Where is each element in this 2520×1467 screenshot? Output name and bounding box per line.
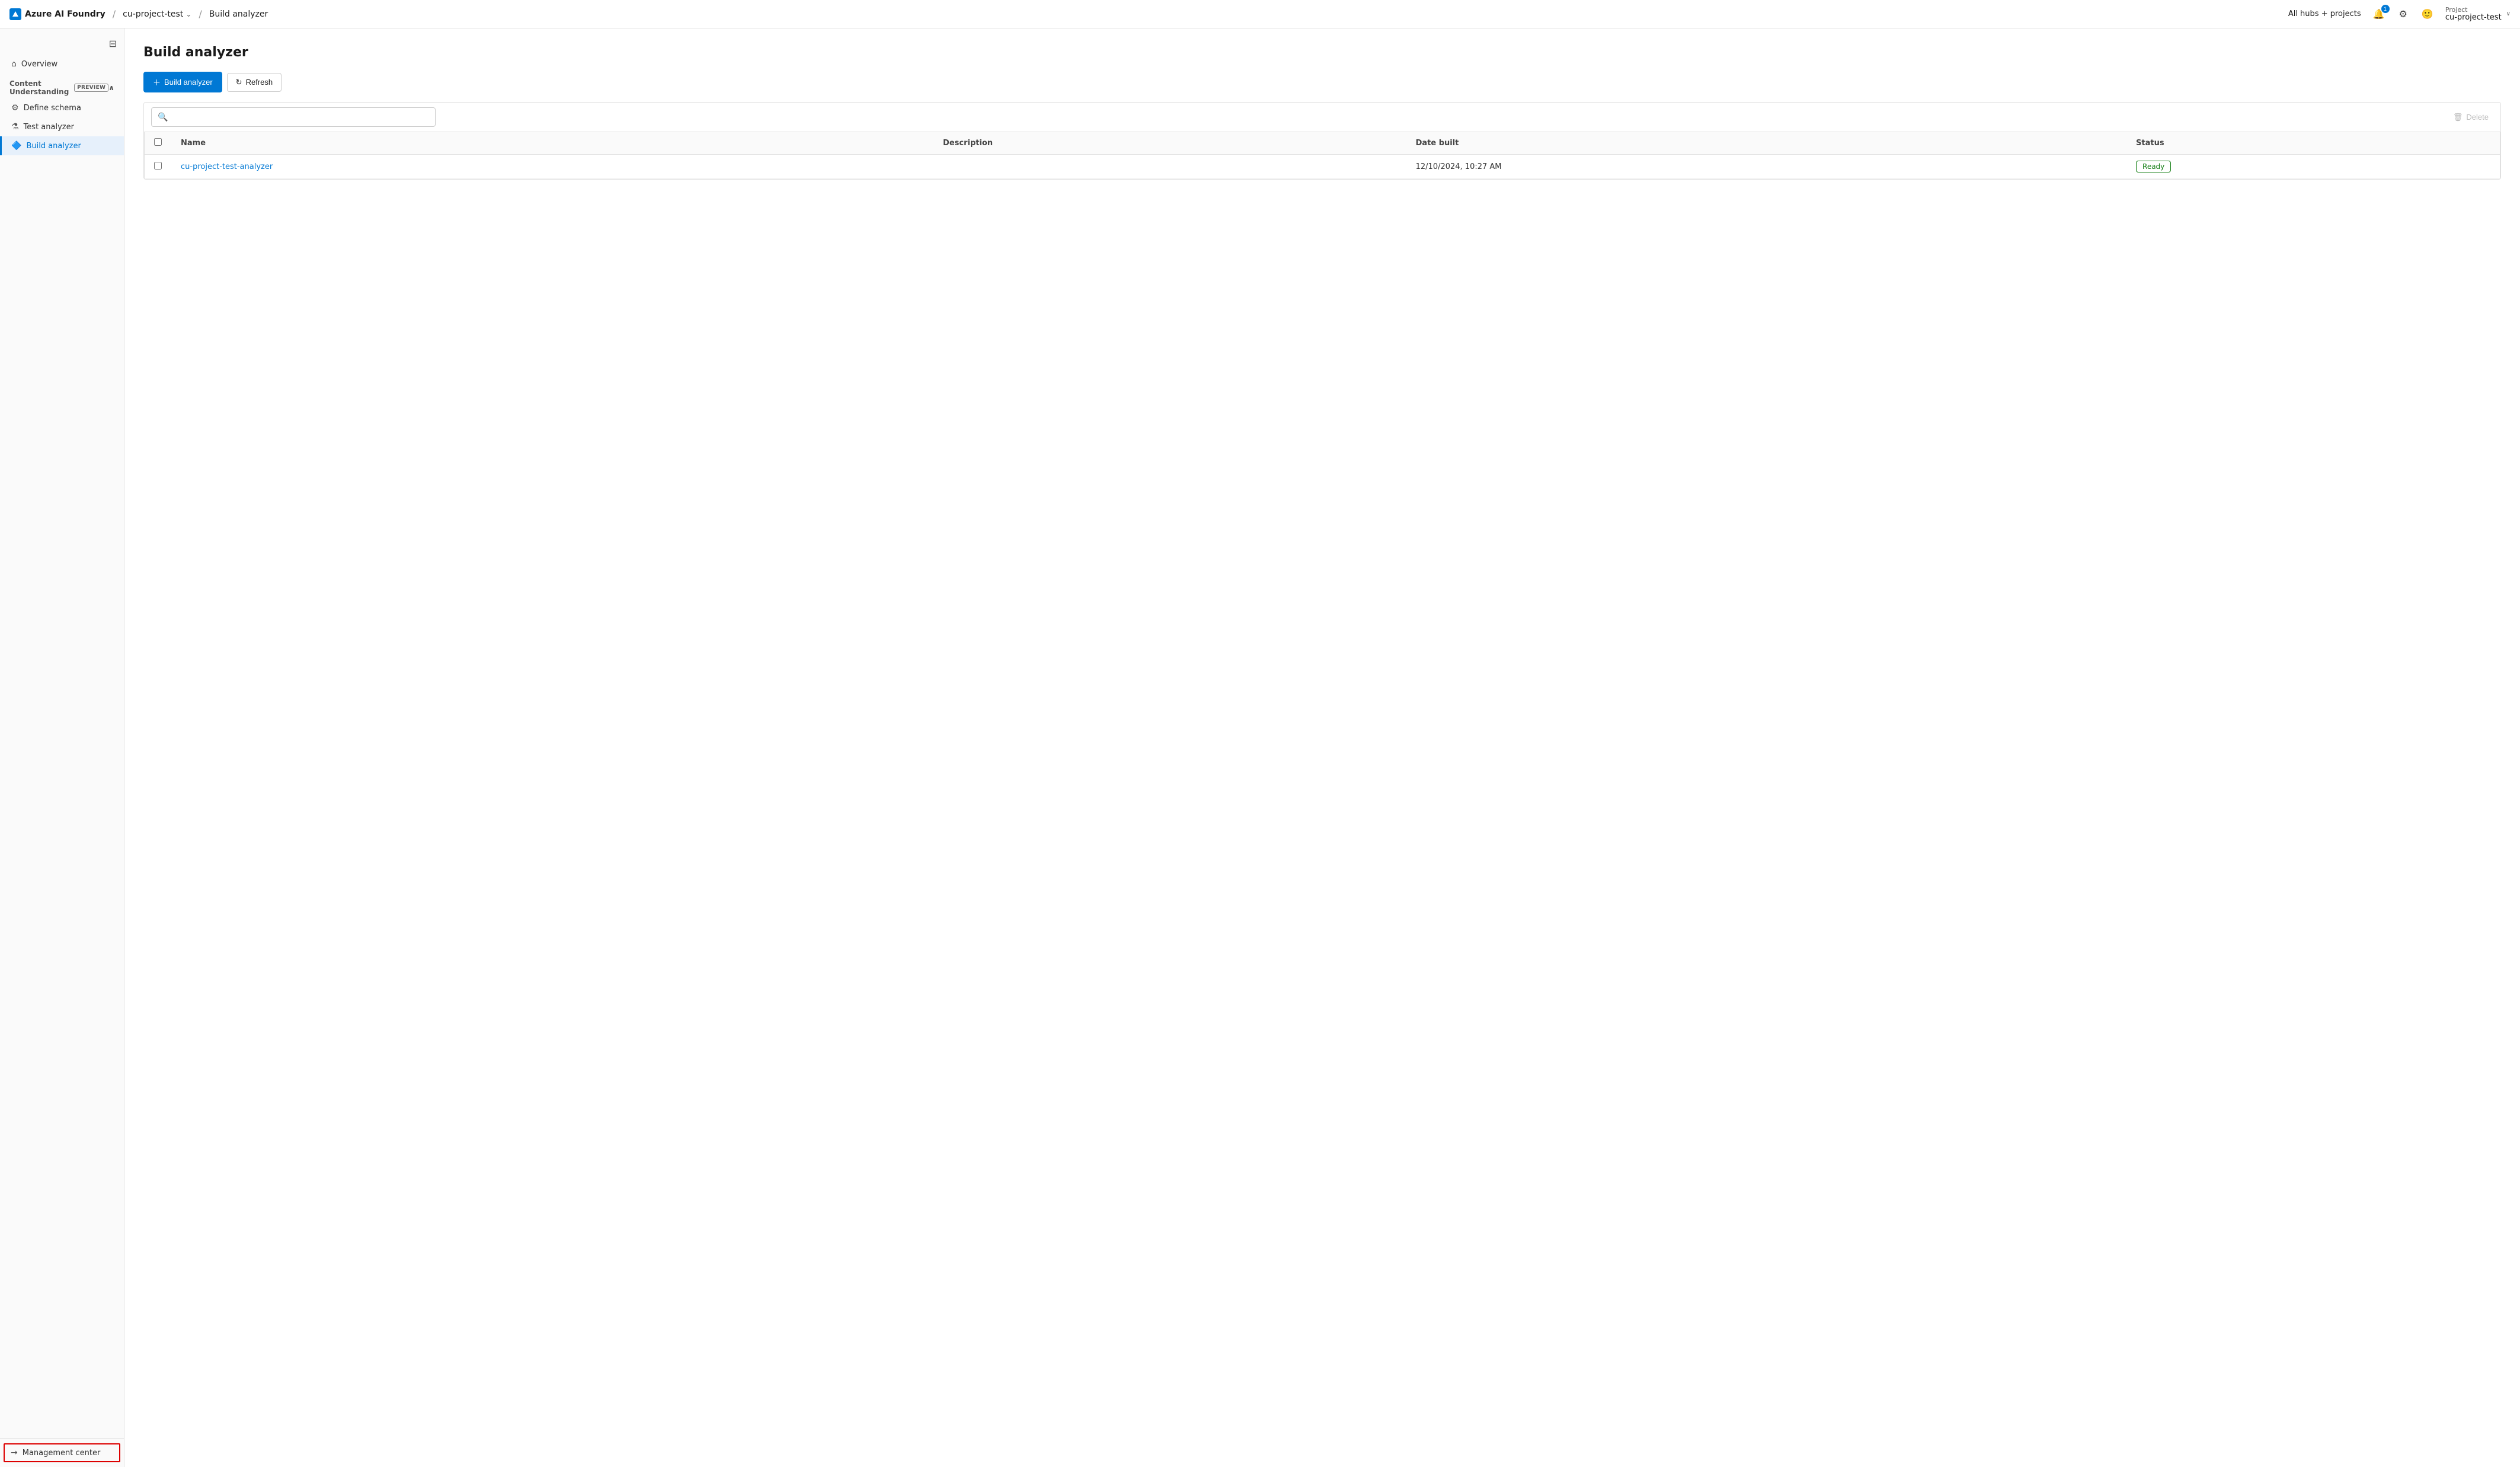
page-title: Build analyzer — [143, 45, 2501, 60]
breadcrumb-sep-2: / — [199, 8, 202, 20]
sidebar-item-build-analyzer[interactable]: 🔷 Build analyzer — [0, 136, 124, 155]
toolbar: ＋ Build analyzer ↻ Refresh — [143, 72, 2501, 92]
build-analyzer-button[interactable]: ＋ Build analyzer — [143, 72, 222, 92]
delete-button[interactable]: 🗑 Delete — [2448, 110, 2493, 124]
build-analyzer-icon: 🔷 — [11, 141, 21, 151]
sidebar-bottom: → Management center — [0, 1438, 124, 1467]
brand[interactable]: Azure AI Foundry — [9, 8, 105, 20]
refresh-icon: ↻ — [236, 78, 242, 87]
project-selector-label: Project — [2445, 7, 2502, 13]
table-body: cu-project-test-analyzer 12/10/2024, 10:… — [145, 155, 2500, 179]
nav-right: All hubs + projects 🔔 1 ⚙ 🙂 Project cu-p… — [2288, 6, 2511, 23]
analyzers-table: Name Description Date built Status — [144, 132, 2500, 179]
management-center-icon: → — [11, 1448, 18, 1458]
plus-icon: ＋ — [153, 76, 161, 88]
sidebar-toggle-area: ⊟ — [0, 33, 124, 55]
table-row: cu-project-test-analyzer 12/10/2024, 10:… — [145, 155, 2500, 179]
build-analyzer-button-label: Build analyzer — [164, 78, 213, 87]
main-content: Build analyzer ＋ Build analyzer ↻ Refres… — [124, 28, 2520, 1467]
sidebar-item-overview[interactable]: ⌂ Overview — [0, 55, 124, 73]
analyzer-name-link[interactable]: cu-project-test-analyzer — [181, 162, 273, 171]
settings-button[interactable]: ⚙ — [2397, 6, 2410, 23]
overview-icon: ⌂ — [11, 59, 17, 69]
profile-button[interactable]: 🙂 — [2419, 6, 2436, 23]
row-name-cell: cu-project-test-analyzer — [171, 155, 933, 179]
sidebar-item-label-build-analyzer: Build analyzer — [26, 142, 81, 151]
sidebar-item-label-test-analyzer: Test analyzer — [24, 123, 74, 132]
table-search-row: 🔍 🗑 Delete — [144, 103, 2500, 132]
sidebar-section-label: Content Understanding PREVIEW — [9, 79, 108, 96]
notification-badge: 1 — [2381, 5, 2390, 13]
table-wrapper: 🔍 🗑 Delete Name — [143, 102, 2501, 180]
row-status-cell: Ready — [2126, 155, 2500, 179]
project-name-crumb: cu-project-test — [123, 9, 183, 19]
sidebar-item-label-management-center: Management center — [23, 1449, 101, 1458]
project-expand-icon: ⌄ — [186, 10, 191, 18]
sidebar-top: ⊟ ⌂ Overview Content Understanding PREVI… — [0, 28, 124, 1438]
top-nav: Azure AI Foundry / cu-project-test ⌄ / B… — [0, 0, 2520, 28]
select-all-checkbox[interactable] — [154, 138, 162, 146]
breadcrumb: Azure AI Foundry / cu-project-test ⌄ / B… — [9, 8, 268, 20]
search-container: 🔍 — [151, 107, 436, 127]
search-icon: 🔍 — [158, 113, 168, 122]
row-checkbox-cell — [145, 155, 172, 179]
row-checkbox[interactable] — [154, 162, 162, 170]
sidebar-toggle-button[interactable]: ⊟ — [109, 38, 117, 50]
table-header-row: Name Description Date built Status — [145, 132, 2500, 155]
brand-label: Azure AI Foundry — [25, 9, 105, 19]
table-header: Name Description Date built Status — [145, 132, 2500, 155]
table-header-description: Description — [933, 132, 1406, 155]
row-description-cell — [933, 155, 1406, 179]
section-chevron-icon: ∧ — [108, 84, 114, 92]
main-layout: ⊟ ⌂ Overview Content Understanding PREVI… — [0, 28, 2520, 1467]
define-schema-icon: ⚙ — [11, 103, 19, 113]
project-chevron-icon: ∨ — [2506, 11, 2511, 17]
sidebar-item-define-schema[interactable]: ⚙ Define schema — [0, 98, 124, 117]
notification-bell-button[interactable]: 🔔 1 — [2371, 6, 2387, 23]
test-analyzer-icon: ⚗ — [11, 122, 19, 132]
project-selector-name: cu-project-test — [2445, 13, 2502, 22]
table-header-status: Status — [2126, 132, 2500, 155]
section-title: Content Understanding — [9, 79, 69, 96]
brand-icon — [9, 8, 21, 20]
sidebar-section-content-understanding: Content Understanding PREVIEW ∧ — [0, 73, 124, 98]
trash-icon: 🗑 — [2453, 113, 2463, 122]
row-date-built-cell: 12/10/2024, 10:27 AM — [1406, 155, 2126, 179]
refresh-button[interactable]: ↻ Refresh — [227, 73, 282, 92]
refresh-button-label: Refresh — [246, 78, 273, 87]
preview-badge: PREVIEW — [74, 84, 108, 92]
sidebar-item-management-center[interactable]: → Management center — [4, 1443, 120, 1462]
search-input[interactable] — [168, 108, 429, 126]
current-page-crumb: Build analyzer — [209, 9, 268, 19]
table-header-date-built: Date built — [1406, 132, 2126, 155]
table-header-name: Name — [171, 132, 933, 155]
sidebar-item-label-define-schema: Define schema — [24, 104, 81, 113]
sidebar-item-test-analyzer[interactable]: ⚗ Test analyzer — [0, 117, 124, 136]
sidebar: ⊟ ⌂ Overview Content Understanding PREVI… — [0, 28, 124, 1467]
delete-button-label: Delete — [2466, 113, 2489, 122]
sidebar-item-label-overview: Overview — [21, 60, 57, 69]
breadcrumb-project[interactable]: cu-project-test ⌄ — [123, 9, 191, 19]
table-header-checkbox-col — [145, 132, 172, 155]
breadcrumb-sep-1: / — [113, 8, 116, 20]
status-badge: Ready — [2136, 161, 2171, 172]
project-selector[interactable]: Project cu-project-test ∨ — [2445, 7, 2511, 22]
all-hubs-link[interactable]: All hubs + projects — [2288, 9, 2361, 18]
